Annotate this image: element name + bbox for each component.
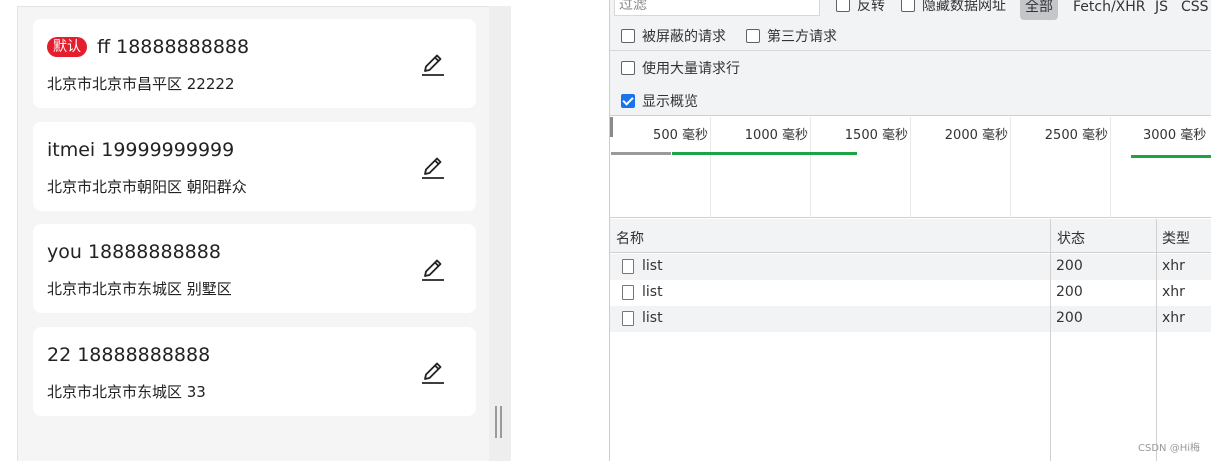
third-party-checkbox[interactable]: 第三方请求 (746, 26, 837, 46)
timeline-gridline (710, 117, 711, 218)
timeline-tick-label: 2000 毫秒 (944, 128, 1008, 143)
type-filter-fetch-xhr[interactable]: Fetch/XHR (1073, 0, 1146, 20)
hide-data-urls-label: 隐藏数据网址 (922, 0, 1006, 14)
address-contact: ff 18888888888 (97, 36, 250, 58)
filter-input[interactable]: 过滤 (614, 0, 820, 16)
timeline-tick-label: 2500 毫秒 (1044, 128, 1108, 143)
blocked-requests-label: 被屏蔽的请求 (642, 29, 726, 45)
file-icon (622, 259, 634, 274)
request-name: list (642, 284, 663, 300)
devtools-network-panel: 过滤 反转 隐藏数据网址 全部 Fetch/XHR JS CSS 被屏蔽的请求 … (609, 0, 1211, 461)
waterfall-bar (672, 152, 857, 155)
panel-splitter (489, 6, 511, 461)
large-rows-label: 使用大量请求行 (642, 61, 740, 77)
edit-icon[interactable] (420, 154, 446, 180)
divider (610, 50, 1211, 51)
type-filter-css[interactable]: CSS (1181, 0, 1209, 20)
table-header: 名称 状态 类型 (610, 219, 1211, 253)
type-filter-all[interactable]: 全部 (1020, 0, 1058, 20)
address-detail: 北京市北京市朝阳区 朝阳群众 (47, 178, 247, 196)
default-badge: 默认 (47, 37, 87, 57)
request-status: 200 (1056, 310, 1083, 326)
request-type: xhr (1162, 258, 1185, 274)
address-detail: 北京市北京市昌平区 22222 (47, 75, 235, 93)
watermark: CSDN @Hi梅 (1138, 443, 1200, 454)
blocked-requests-checkbox[interactable]: 被屏蔽的请求 (621, 26, 726, 46)
timeline-start-marker (610, 117, 613, 137)
network-filter-toolbar: 过滤 反转 隐藏数据网址 全部 Fetch/XHR JS CSS 被屏蔽的请求 … (610, 0, 1211, 116)
request-name: list (642, 310, 663, 326)
timeline-tick-label: 1500 毫秒 (844, 128, 908, 143)
address-detail: 北京市北京市东城区 别墅区 (47, 280, 232, 298)
checkbox-icon[interactable] (621, 61, 635, 75)
request-table: 名称 状态 类型 list 200 xhr list 200 xhr list … (610, 219, 1211, 461)
address-detail: 北京市北京市东城区 33 (47, 383, 206, 401)
address-card[interactable]: you 18888888888 北京市北京市东城区 别墅区 (33, 224, 476, 313)
address-contact: 22 18888888888 (47, 344, 211, 366)
request-type: xhr (1162, 310, 1185, 326)
table-row[interactable]: list 200 xhr (610, 280, 1211, 306)
invert-label: 反转 (857, 0, 885, 14)
hide-data-urls-checkbox[interactable]: 隐藏数据网址 (901, 0, 1006, 15)
timeline-gridline (810, 117, 811, 218)
request-status: 200 (1056, 258, 1083, 274)
large-rows-checkbox[interactable]: 使用大量请求行 (621, 58, 740, 78)
column-header-status[interactable]: 状态 (1057, 228, 1085, 248)
waterfall-bar (1131, 155, 1211, 158)
timeline-gridline (910, 117, 911, 218)
address-contact: itmei 19999999999 (47, 139, 235, 161)
show-overview-label: 显示概览 (642, 94, 698, 110)
timeline-tick-label: 500 毫秒 (653, 128, 708, 143)
column-separator[interactable] (1050, 219, 1051, 461)
request-type: xhr (1162, 284, 1185, 300)
timeline-tick-label: 1000 毫秒 (744, 128, 808, 143)
table-row[interactable]: list 200 xhr (610, 306, 1211, 332)
request-status: 200 (1056, 284, 1083, 300)
address-card[interactable]: 22 18888888888 北京市北京市东城区 33 (33, 327, 476, 416)
timeline-gridline (1110, 117, 1111, 218)
network-overview-timeline[interactable]: 500 毫秒 1000 毫秒 1500 毫秒 2000 毫秒 2500 毫秒 3… (610, 117, 1211, 218)
edit-icon[interactable] (420, 51, 446, 77)
waterfall-bar (611, 152, 671, 155)
checkbox-icon[interactable] (901, 0, 915, 12)
address-card[interactable]: 默认 ff 18888888888 北京市北京市昌平区 22222 (33, 19, 476, 108)
file-icon (622, 285, 634, 300)
checkbox-icon[interactable] (621, 29, 635, 43)
address-list-page: 默认 ff 18888888888 北京市北京市昌平区 22222 itmei … (17, 6, 489, 461)
address-name-phone: 默认 ff 18888888888 (47, 36, 249, 58)
file-icon (622, 311, 634, 326)
checkbox-checked-icon[interactable] (621, 94, 635, 108)
timeline-tick-label: 3000 毫秒 (1143, 128, 1207, 143)
checkbox-icon[interactable] (836, 0, 850, 12)
edit-icon[interactable] (420, 256, 446, 282)
edit-icon[interactable] (420, 359, 446, 385)
invert-checkbox[interactable]: 反转 (836, 0, 885, 15)
type-filter-js[interactable]: JS (1155, 0, 1168, 20)
third-party-label: 第三方请求 (767, 29, 837, 45)
address-card[interactable]: itmei 19999999999 北京市北京市朝阳区 朝阳群众 (33, 122, 476, 211)
checkbox-icon[interactable] (746, 29, 760, 43)
resize-handle[interactable] (495, 406, 504, 438)
show-overview-checkbox[interactable]: 显示概览 (621, 91, 698, 111)
table-row[interactable]: list 200 xhr (610, 254, 1211, 280)
request-name: list (642, 258, 663, 274)
address-contact: you 18888888888 (47, 241, 221, 263)
column-separator[interactable] (1156, 219, 1157, 461)
column-header-name[interactable]: 名称 (616, 228, 644, 248)
screen: 默认 ff 18888888888 北京市北京市昌平区 22222 itmei … (0, 0, 1211, 461)
column-header-type[interactable]: 类型 (1162, 228, 1190, 248)
timeline-gridline (1010, 117, 1011, 218)
